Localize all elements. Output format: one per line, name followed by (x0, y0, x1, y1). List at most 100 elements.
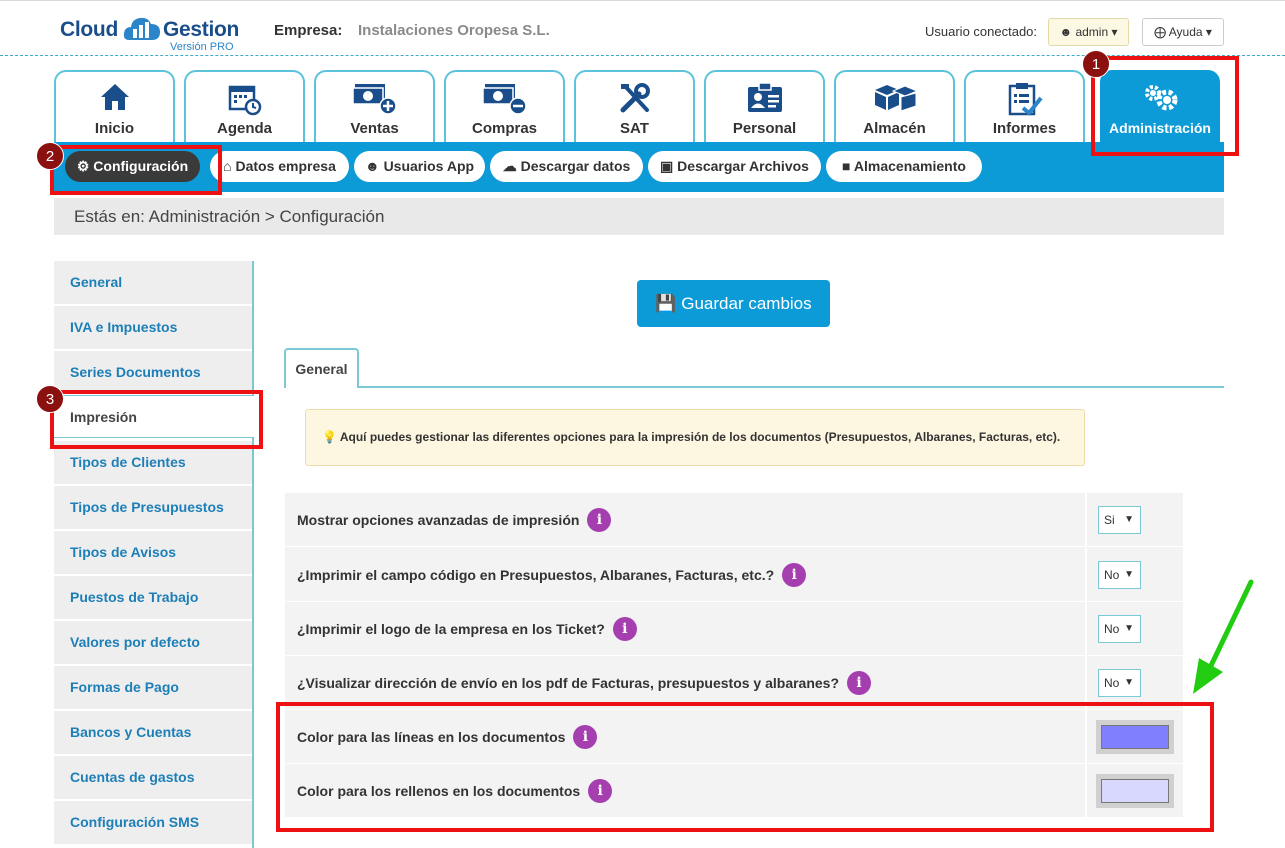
print-logo-select[interactable]: No ▼ (1098, 615, 1141, 643)
tab-inicio[interactable]: Inicio (54, 70, 175, 142)
briefcase-icon: ▣ (660, 158, 674, 174)
tab-label: SAT (620, 120, 649, 137)
tab-label: Inicio (94, 120, 135, 137)
company-name: Instalaciones Oropesa S.L. (358, 22, 550, 39)
column-divider (1085, 493, 1087, 547)
cloud-logo-icon (123, 17, 160, 40)
tab-agenda[interactable]: Agenda (184, 70, 305, 142)
tab-general[interactable]: General (284, 348, 359, 388)
select-value: No (1104, 676, 1120, 690)
subnav-datos-empresa[interactable]: ⌂ Datos empresa (210, 151, 349, 182)
setting-row: ¿Imprimir el logo de la empresa en los T… (285, 602, 1183, 656)
highlight-box-colors (276, 702, 1214, 832)
tab-almacen[interactable]: Almacén (834, 70, 955, 142)
app-header: Cloud Gestion Versión PRO Empresa: Insta… (0, 4, 1285, 56)
subnav-descargar-archivos[interactable]: ▣ Descargar Archivos (648, 151, 821, 182)
floppy-disk-icon: 💾 (655, 294, 677, 313)
sidebar-item-tipos-avisos[interactable]: Tipos de Avisos (54, 531, 252, 574)
highlight-box-1 (1091, 56, 1239, 156)
user-icon: ☻ (1059, 25, 1073, 39)
company-label: Empresa: (274, 22, 343, 39)
boxes-icon (836, 82, 953, 116)
user-menu-label: admin (1075, 25, 1109, 39)
setting-label: Mostrar opciones avanzadas de impresión (297, 512, 580, 528)
info-icon[interactable]: i (847, 671, 872, 695)
calendar-icon (186, 82, 303, 116)
setting-row: ¿Imprimir el campo código en Presupuesto… (285, 548, 1183, 602)
config-sidebar: General IVA e Impuestos Series Documento… (54, 261, 254, 848)
sidebar-item-tipos-presupuestos[interactable]: Tipos de Presupuestos (54, 486, 252, 529)
subnav-label: Descargar datos (520, 158, 631, 174)
lightbulb-icon: 💡 (322, 430, 337, 444)
cloud-download-icon: ☁ (502, 158, 517, 174)
subnav-usuarios-app[interactable]: ☻ Usuarios App (354, 151, 485, 182)
setting-row: Mostrar opciones avanzadas de impresión i… (285, 493, 1183, 547)
caret-down-icon: ▼ (1124, 569, 1134, 580)
logo-version: Versión PRO (170, 41, 234, 53)
tab-label: Agenda (216, 120, 272, 137)
help-menu-label: Ayuda (1168, 25, 1203, 39)
subnav-label: Datos empresa (235, 158, 336, 174)
tab-label: Informes (992, 120, 1057, 137)
sidebar-item-general[interactable]: General (54, 261, 252, 304)
tab-informes[interactable]: Informes (964, 70, 1085, 142)
sidebar-item-puestos-trabajo[interactable]: Puestos de Trabajo (54, 576, 252, 619)
info-icon[interactable]: i (782, 563, 807, 587)
logo-text-gestion: Gestion (163, 18, 240, 41)
save-button[interactable]: 💾 Guardar cambios (637, 280, 830, 327)
logo-text-cloud: Cloud (60, 18, 118, 41)
caret-down-icon: ▼ (1124, 623, 1134, 634)
sidebar-item-iva[interactable]: IVA e Impuestos (54, 306, 252, 349)
shipping-address-select[interactable]: No ▼ (1098, 669, 1141, 697)
column-divider (1085, 602, 1087, 656)
info-tip: 💡 Aquí puedes gestionar las diferentes o… (305, 409, 1085, 466)
home-icon (56, 82, 173, 116)
tab-sat[interactable]: SAT (574, 70, 695, 142)
caret-down-icon: ▾ (1205, 25, 1212, 39)
money-plus-icon (316, 82, 433, 116)
advanced-print-select[interactable]: Si ▼ (1098, 506, 1141, 534)
sidebar-item-sms[interactable]: Configuración SMS (54, 801, 252, 844)
user-icon: ☻ (364, 158, 380, 174)
tab-compras[interactable]: Compras (444, 70, 565, 142)
subnav-label: Descargar Archivos (677, 158, 809, 174)
tab-underline (357, 386, 1224, 388)
caret-down-icon: ▼ (1124, 514, 1134, 525)
select-value: No (1104, 622, 1120, 636)
caret-down-icon: ▾ (1111, 25, 1118, 39)
tab-label: Ventas (350, 120, 399, 137)
info-icon[interactable]: i (612, 617, 637, 641)
sidebar-item-cuentas-gastos[interactable]: Cuentas de gastos (54, 756, 252, 799)
breadcrumb: Estás en: Administración > Configuración (54, 198, 1224, 235)
column-divider (1085, 548, 1087, 602)
print-code-select[interactable]: No ▼ (1098, 561, 1141, 589)
folder-icon: ■ (842, 158, 851, 174)
tip-text: Aquí puedes gestionar las diferentes opc… (339, 430, 1061, 444)
tab-personal[interactable]: Personal (704, 70, 825, 142)
tab-label: Almacén (863, 120, 926, 137)
step-badge-2: 2 (36, 142, 64, 170)
step-badge-1: 1 (1082, 50, 1110, 78)
user-menu-button[interactable]: ☻ admin ▾ (1048, 18, 1129, 46)
highlight-box-2 (50, 145, 222, 195)
green-arrow-icon (1193, 579, 1254, 694)
clipboard-check-icon (966, 82, 1083, 116)
subnav-almacenamiento[interactable]: ■ Almacenamiento (826, 151, 982, 182)
sidebar-item-formas-pago[interactable]: Formas de Pago (54, 666, 252, 709)
user-label: Usuario conectado: (925, 24, 1038, 39)
tab-label: Compras (471, 120, 538, 137)
sidebar-item-valores-defecto[interactable]: Valores por defecto (54, 621, 252, 664)
setting-label: ¿Imprimir el campo código en Presupuesto… (297, 567, 775, 583)
sidebar-item-bancos[interactable]: Bancos y Cuentas (54, 711, 252, 754)
help-menu-button[interactable]: ⨁ Ayuda ▾ (1142, 18, 1224, 46)
tab-ventas[interactable]: Ventas (314, 70, 435, 142)
tools-icon (576, 82, 693, 116)
subnav-label: Almacenamiento (853, 158, 966, 174)
id-card-icon (706, 82, 823, 116)
money-minus-icon (446, 82, 563, 116)
sidebar-item-series[interactable]: Series Documentos (54, 351, 252, 394)
subnav-descargar-datos[interactable]: ☁ Descargar datos (490, 151, 643, 182)
step-badge-3: 3 (36, 385, 64, 413)
subnav-label: Usuarios App (383, 158, 475, 174)
info-icon[interactable]: i (587, 508, 612, 532)
